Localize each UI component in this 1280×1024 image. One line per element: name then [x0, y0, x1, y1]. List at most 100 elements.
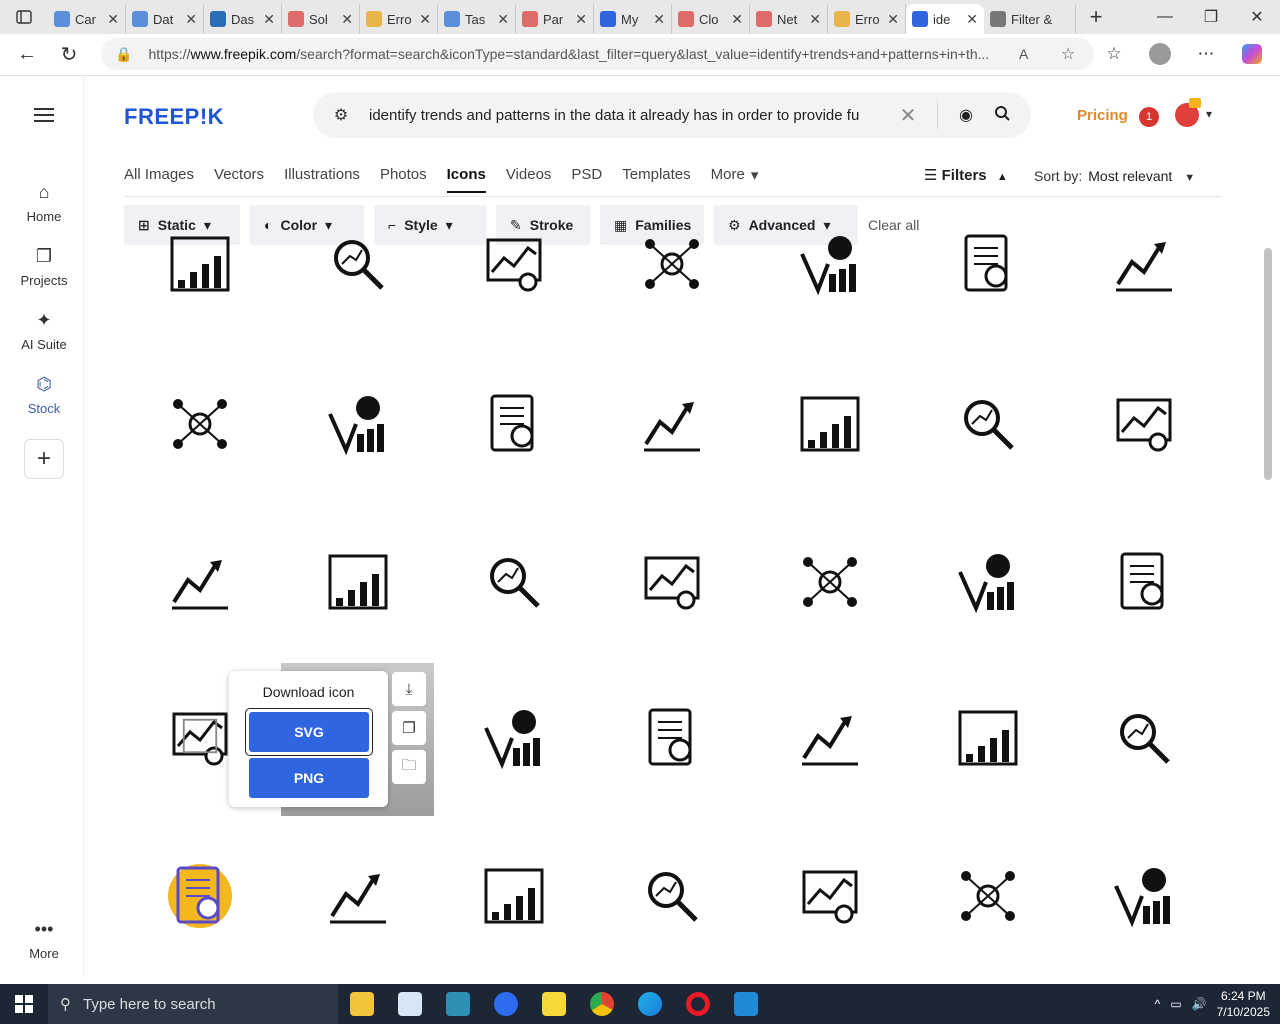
close-tab-icon[interactable]: ✕: [419, 11, 431, 28]
browser-tab[interactable]: Filter &: [984, 4, 1076, 34]
tab-more[interactable]: More: [711, 166, 745, 193]
pricing-link[interactable]: Pricing: [1077, 107, 1128, 124]
browser-tab[interactable]: Erro ✕: [828, 4, 906, 34]
tab-photos[interactable]: Photos: [380, 166, 427, 193]
result-network-icon[interactable]: [798, 550, 862, 614]
camera-icon[interactable]: ◉: [948, 105, 984, 125]
copy-icon[interactable]: ❐: [392, 711, 426, 745]
result-chart-box-icon[interactable]: [1112, 392, 1176, 456]
new-tab-button[interactable]: +: [1076, 4, 1116, 30]
close-window-button[interactable]: ✕: [1234, 0, 1280, 34]
result-document-icon[interactable]: [1112, 550, 1176, 614]
tab-vectors[interactable]: Vectors: [214, 166, 264, 193]
network-icon[interactable]: ▭: [1170, 997, 1181, 1011]
download-png-button[interactable]: PNG: [249, 758, 369, 798]
filter-chip-style[interactable]: ⌐ Style ▾: [374, 205, 486, 245]
vscode-icon[interactable]: [722, 984, 770, 1024]
browser-tab[interactable]: Erro ✕: [360, 4, 438, 34]
result-globe-icon[interactable]: [798, 232, 862, 296]
sticky-notes-icon[interactable]: [530, 984, 578, 1024]
close-tab-icon[interactable]: ✕: [966, 11, 978, 28]
sidebar-item-ai-suite[interactable]: ✦ AI Suite: [4, 310, 84, 352]
clock[interactable]: 6:24 PM 7/10/2025: [1217, 988, 1270, 1020]
result-document-icon[interactable]: [482, 392, 546, 456]
search-settings-icon[interactable]: ⚙: [313, 105, 369, 125]
result-trend-icon[interactable]: [640, 392, 704, 456]
minimize-button[interactable]: —: [1142, 0, 1188, 34]
result-document-icon[interactable]: [640, 706, 704, 770]
clear-search-icon[interactable]: ✕: [889, 103, 927, 128]
close-tab-icon[interactable]: ✕: [185, 11, 197, 28]
hamburger-menu-icon[interactable]: [34, 107, 54, 128]
tab-illustrations[interactable]: Illustrations: [284, 166, 360, 193]
browser-tab[interactable]: Clo ✕: [672, 4, 750, 34]
notification-badge[interactable]: 1: [1139, 107, 1159, 127]
result-magnifier-icon[interactable]: [1112, 706, 1176, 770]
save-to-collection-icon[interactable]: 🗀: [392, 750, 426, 784]
favorite-star-icon[interactable]: ☆: [1061, 44, 1075, 64]
vertical-scrollbar[interactable]: [1264, 248, 1272, 480]
zoom-icon[interactable]: [482, 984, 530, 1024]
file-explorer-icon[interactable]: [338, 984, 386, 1024]
close-tab-icon[interactable]: ✕: [653, 11, 665, 28]
search-input[interactable]: identify trends and patterns in the data…: [369, 107, 889, 124]
result-network-icon[interactable]: [168, 392, 232, 456]
url-field[interactable]: 🔒 https://www.freepik.com/search?format=…: [101, 38, 1094, 70]
result-magnifier-icon[interactable]: [640, 864, 704, 928]
tab-psd[interactable]: PSD: [571, 166, 602, 193]
result-globe-icon[interactable]: [956, 550, 1020, 614]
browser-tab[interactable]: My ✕: [594, 4, 672, 34]
close-tab-icon[interactable]: ✕: [341, 11, 353, 28]
refresh-button[interactable]: ↻: [48, 37, 90, 73]
result-trend-icon[interactable]: [1112, 232, 1176, 296]
add-icon[interactable]: +: [24, 439, 64, 479]
chevron-down-icon[interactable]: ▾: [1206, 107, 1212, 121]
result-bar-icon[interactable]: [482, 864, 546, 928]
tab-all-images[interactable]: All Images: [124, 166, 194, 193]
freepik-logo[interactable]: FREEP!K: [124, 104, 224, 130]
result-magnifier-icon[interactable]: [956, 392, 1020, 456]
result-magnifier-icon[interactable]: [482, 550, 546, 614]
settings-more-icon[interactable]: ⋯: [1186, 38, 1226, 70]
download-svg-button[interactable]: SVG: [249, 712, 369, 752]
result-faded-chart-icon[interactable]: [180, 716, 220, 756]
search-icon[interactable]: [984, 105, 1020, 126]
opera-icon[interactable]: [674, 984, 722, 1024]
close-tab-icon[interactable]: ✕: [887, 11, 899, 28]
result-bar-icon[interactable]: [956, 706, 1020, 770]
result-network-icon[interactable]: [956, 864, 1020, 928]
sidebar-item-projects[interactable]: ❐ Projects: [4, 246, 84, 288]
sidebar-item-stock[interactable]: ⌬ Stock: [4, 374, 84, 416]
browser-tab[interactable]: Par ✕: [516, 4, 594, 34]
result-globe-icon[interactable]: [482, 706, 546, 770]
result-trend-icon[interactable]: [326, 864, 390, 928]
result-bar-icon[interactable]: [326, 550, 390, 614]
result-bar-icon[interactable]: [798, 392, 862, 456]
browser-tab[interactable]: Car ✕: [48, 4, 126, 34]
close-tab-icon[interactable]: ✕: [497, 11, 509, 28]
maximize-button[interactable]: ❐: [1188, 0, 1234, 34]
favorites-icon[interactable]: ☆: [1094, 38, 1134, 70]
result-magnifier-icon[interactable]: [326, 232, 390, 296]
browser-tab[interactable]: Tas ✕: [438, 4, 516, 34]
result-document-icon[interactable]: [168, 864, 232, 928]
read-aloud-icon[interactable]: A: [1019, 46, 1028, 62]
result-bar-icon[interactable]: [168, 232, 232, 296]
close-tab-icon[interactable]: ✕: [575, 11, 587, 28]
chevron-up-icon[interactable]: ^: [1155, 997, 1161, 1011]
profile-avatar-icon[interactable]: [1140, 38, 1180, 70]
result-network-icon[interactable]: [640, 232, 704, 296]
search-bar[interactable]: ⚙ identify trends and patterns in the da…: [313, 92, 1031, 138]
tab-videos[interactable]: Videos: [506, 166, 552, 193]
paint-icon[interactable]: [386, 984, 434, 1024]
edge-icon[interactable]: [626, 984, 674, 1024]
browser-tab[interactable]: Sol ✕: [282, 4, 360, 34]
close-tab-icon[interactable]: ✕: [809, 11, 821, 28]
browser-tab[interactable]: Dat ✕: [126, 4, 204, 34]
app-icon[interactable]: [434, 984, 482, 1024]
browser-tab[interactable]: Net ✕: [750, 4, 828, 34]
taskbar-search[interactable]: ⚲ Type here to search: [48, 984, 338, 1024]
filters-button[interactable]: ☰ Filters ▲: [924, 166, 1008, 184]
browser-tab[interactable]: ide ✕: [906, 4, 984, 34]
tab-templates[interactable]: Templates: [622, 166, 690, 193]
